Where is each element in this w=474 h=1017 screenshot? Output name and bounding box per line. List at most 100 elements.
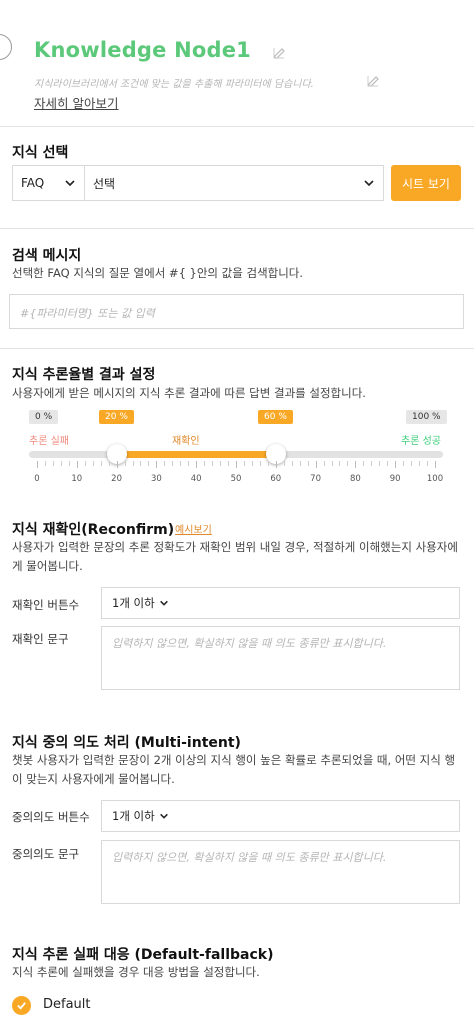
slider-tick — [84, 461, 86, 466]
slider-tick — [196, 461, 198, 468]
view-sheet-button[interactable]: 시트 보기 — [391, 165, 461, 201]
slider-tick — [275, 461, 277, 468]
multi-intent-button-count-select[interactable]: 1개 이하 — [101, 800, 460, 832]
divider — [0, 348, 474, 349]
max-percent-badge: 100 % — [406, 410, 447, 424]
slider-tick — [188, 461, 190, 466]
slider-tick — [100, 461, 102, 466]
multi-intent-description: 챗봇 사용자가 입력한 문장이 2개 이상의 지식 행이 높은 확률로 추론되었… — [12, 753, 456, 786]
high-threshold-badge: 60 % — [258, 410, 293, 424]
slider-tick — [299, 461, 301, 466]
inference-slider-range — [116, 451, 276, 458]
learn-more-link[interactable]: 자세히 알아보기 — [34, 93, 118, 112]
slider-tick — [363, 461, 365, 466]
reconfirm-zone-label: 재확인 — [172, 436, 200, 447]
slider-tick — [291, 461, 293, 466]
edit-description-icon[interactable] — [367, 73, 381, 87]
slider-tick — [60, 461, 62, 466]
slider-tick-label: 50 — [230, 474, 242, 484]
slider-tick — [347, 461, 349, 466]
knowledge-type-select[interactable]: FAQ — [12, 165, 85, 201]
low-threshold-badge: 20 % — [99, 410, 134, 424]
example-link[interactable]: 예시보기 — [175, 521, 212, 536]
collapse-button[interactable]: ⋮ — [0, 34, 12, 60]
slider-tick — [228, 461, 230, 466]
slider-tick — [267, 461, 269, 466]
slider-tick — [140, 461, 142, 466]
default-option-label: Default — [43, 997, 91, 1012]
chevron-down-icon — [65, 180, 75, 187]
multi-intent-button-count-value: 1개 이하 — [112, 809, 155, 823]
divider — [0, 126, 474, 127]
slider-tick — [259, 461, 261, 466]
slider-tick-label: 40 — [190, 474, 202, 484]
slider-tick — [395, 461, 397, 468]
multi-intent-button-count-label: 중의의도 버튼수 — [12, 810, 90, 824]
slider-tick — [411, 461, 413, 466]
slider-tick — [124, 461, 126, 466]
inference-heading: 지식 추론율별 결과 설정 — [12, 367, 156, 383]
slider-tick — [76, 461, 78, 468]
slider-tick — [315, 461, 317, 468]
slider-tick — [435, 461, 436, 468]
multi-intent-sentence-textarea[interactable]: 입력하지 않으면, 확실하지 않을 때 의도 종류만 표시합니다. — [101, 840, 460, 904]
slider-tick — [204, 461, 206, 466]
slider-tick — [419, 461, 421, 466]
divider — [0, 228, 474, 229]
fallback-description: 지식 추론에 실패했을 경우 대응 방법을 설정합니다. — [12, 965, 260, 979]
slider-tick-label: 70 — [310, 474, 322, 484]
slider-tick — [37, 461, 38, 468]
default-option-radio[interactable] — [12, 996, 31, 1015]
slider-tick-label: 90 — [389, 474, 401, 484]
slider-tick — [212, 461, 214, 466]
slider-tick-label: 10 — [71, 474, 83, 484]
slider-tick — [243, 461, 245, 466]
knowledge-item-select[interactable]: 선택 — [84, 165, 384, 201]
knowledge-item-value: 선택 — [93, 176, 116, 191]
knowledge-select-heading: 지식 선택 — [12, 145, 69, 161]
slider-tick — [116, 461, 118, 468]
slider-tick-label: 30 — [150, 474, 162, 484]
node-description: 지식라이브러리에서 조건에 맞는 값을 추출해 파라미터에 담습니다. — [34, 79, 314, 90]
search-message-description: 선택한 FAQ 지식의 질문 열에서 #{ }안의 값을 검색합니다. — [12, 266, 304, 280]
reconfirm-description: 사용자가 입력한 문장의 추론 정확도가 재확인 범위 내일 경우, 적절하게 … — [12, 540, 458, 573]
reconfirm-button-count-label: 재확인 버튼수 — [12, 598, 80, 612]
inference-description: 사용자에게 받은 메시지의 지식 추론 결과에 따른 답변 결과를 설정합니다. — [12, 386, 366, 400]
search-message-input[interactable]: #{파라미터명} 또는 값 입력 — [9, 294, 464, 329]
multi-intent-heading: 지식 중의 의도 처리 (Multi-intent) — [12, 735, 241, 751]
slider-tick — [164, 461, 166, 466]
slider-tick-label: 60 — [270, 474, 282, 484]
reconfirm-button-count-value: 1개 이하 — [112, 596, 155, 610]
slider-tick — [132, 461, 134, 466]
node-title: Knowledge Node1 — [34, 38, 251, 62]
slider-tick — [156, 461, 158, 468]
slider-tick — [220, 461, 222, 466]
reconfirm-sentence-textarea[interactable]: 입력하지 않으면, 확실하지 않을 때 의도 종류만 표시합니다. — [101, 626, 460, 690]
slider-tick — [52, 461, 54, 466]
slider-tick — [251, 461, 253, 466]
fallback-heading: 지식 추론 실패 대응 (Default-fallback) — [12, 947, 274, 963]
slider-tick-label: 0 — [34, 474, 40, 484]
slider-tick — [355, 461, 357, 468]
slider-tick — [323, 461, 325, 466]
search-message-heading: 검색 메시지 — [12, 248, 82, 264]
reconfirm-sentence-label: 재확인 문구 — [12, 632, 69, 646]
edit-title-icon[interactable] — [273, 45, 287, 59]
slider-tick — [403, 461, 405, 466]
reconfirm-button-count-select[interactable]: 1개 이하 — [101, 587, 460, 619]
slider-tick — [379, 461, 381, 466]
fail-zone-label: 추론 실패 — [29, 436, 69, 447]
slider-tick — [307, 461, 309, 466]
chevron-down-icon — [159, 813, 168, 819]
slider-tick — [172, 461, 174, 466]
slider-tick — [339, 461, 341, 466]
multi-intent-sentence-label: 중의의도 문구 — [12, 847, 80, 861]
chevron-down-icon — [364, 180, 374, 187]
slider-tick — [68, 461, 70, 466]
min-percent-badge: 0 % — [29, 410, 59, 424]
slider-tick — [108, 461, 110, 466]
slider-tick — [180, 461, 182, 466]
slider-tick — [331, 461, 333, 466]
chevron-down-icon — [159, 600, 168, 606]
slider-tick — [44, 461, 46, 466]
